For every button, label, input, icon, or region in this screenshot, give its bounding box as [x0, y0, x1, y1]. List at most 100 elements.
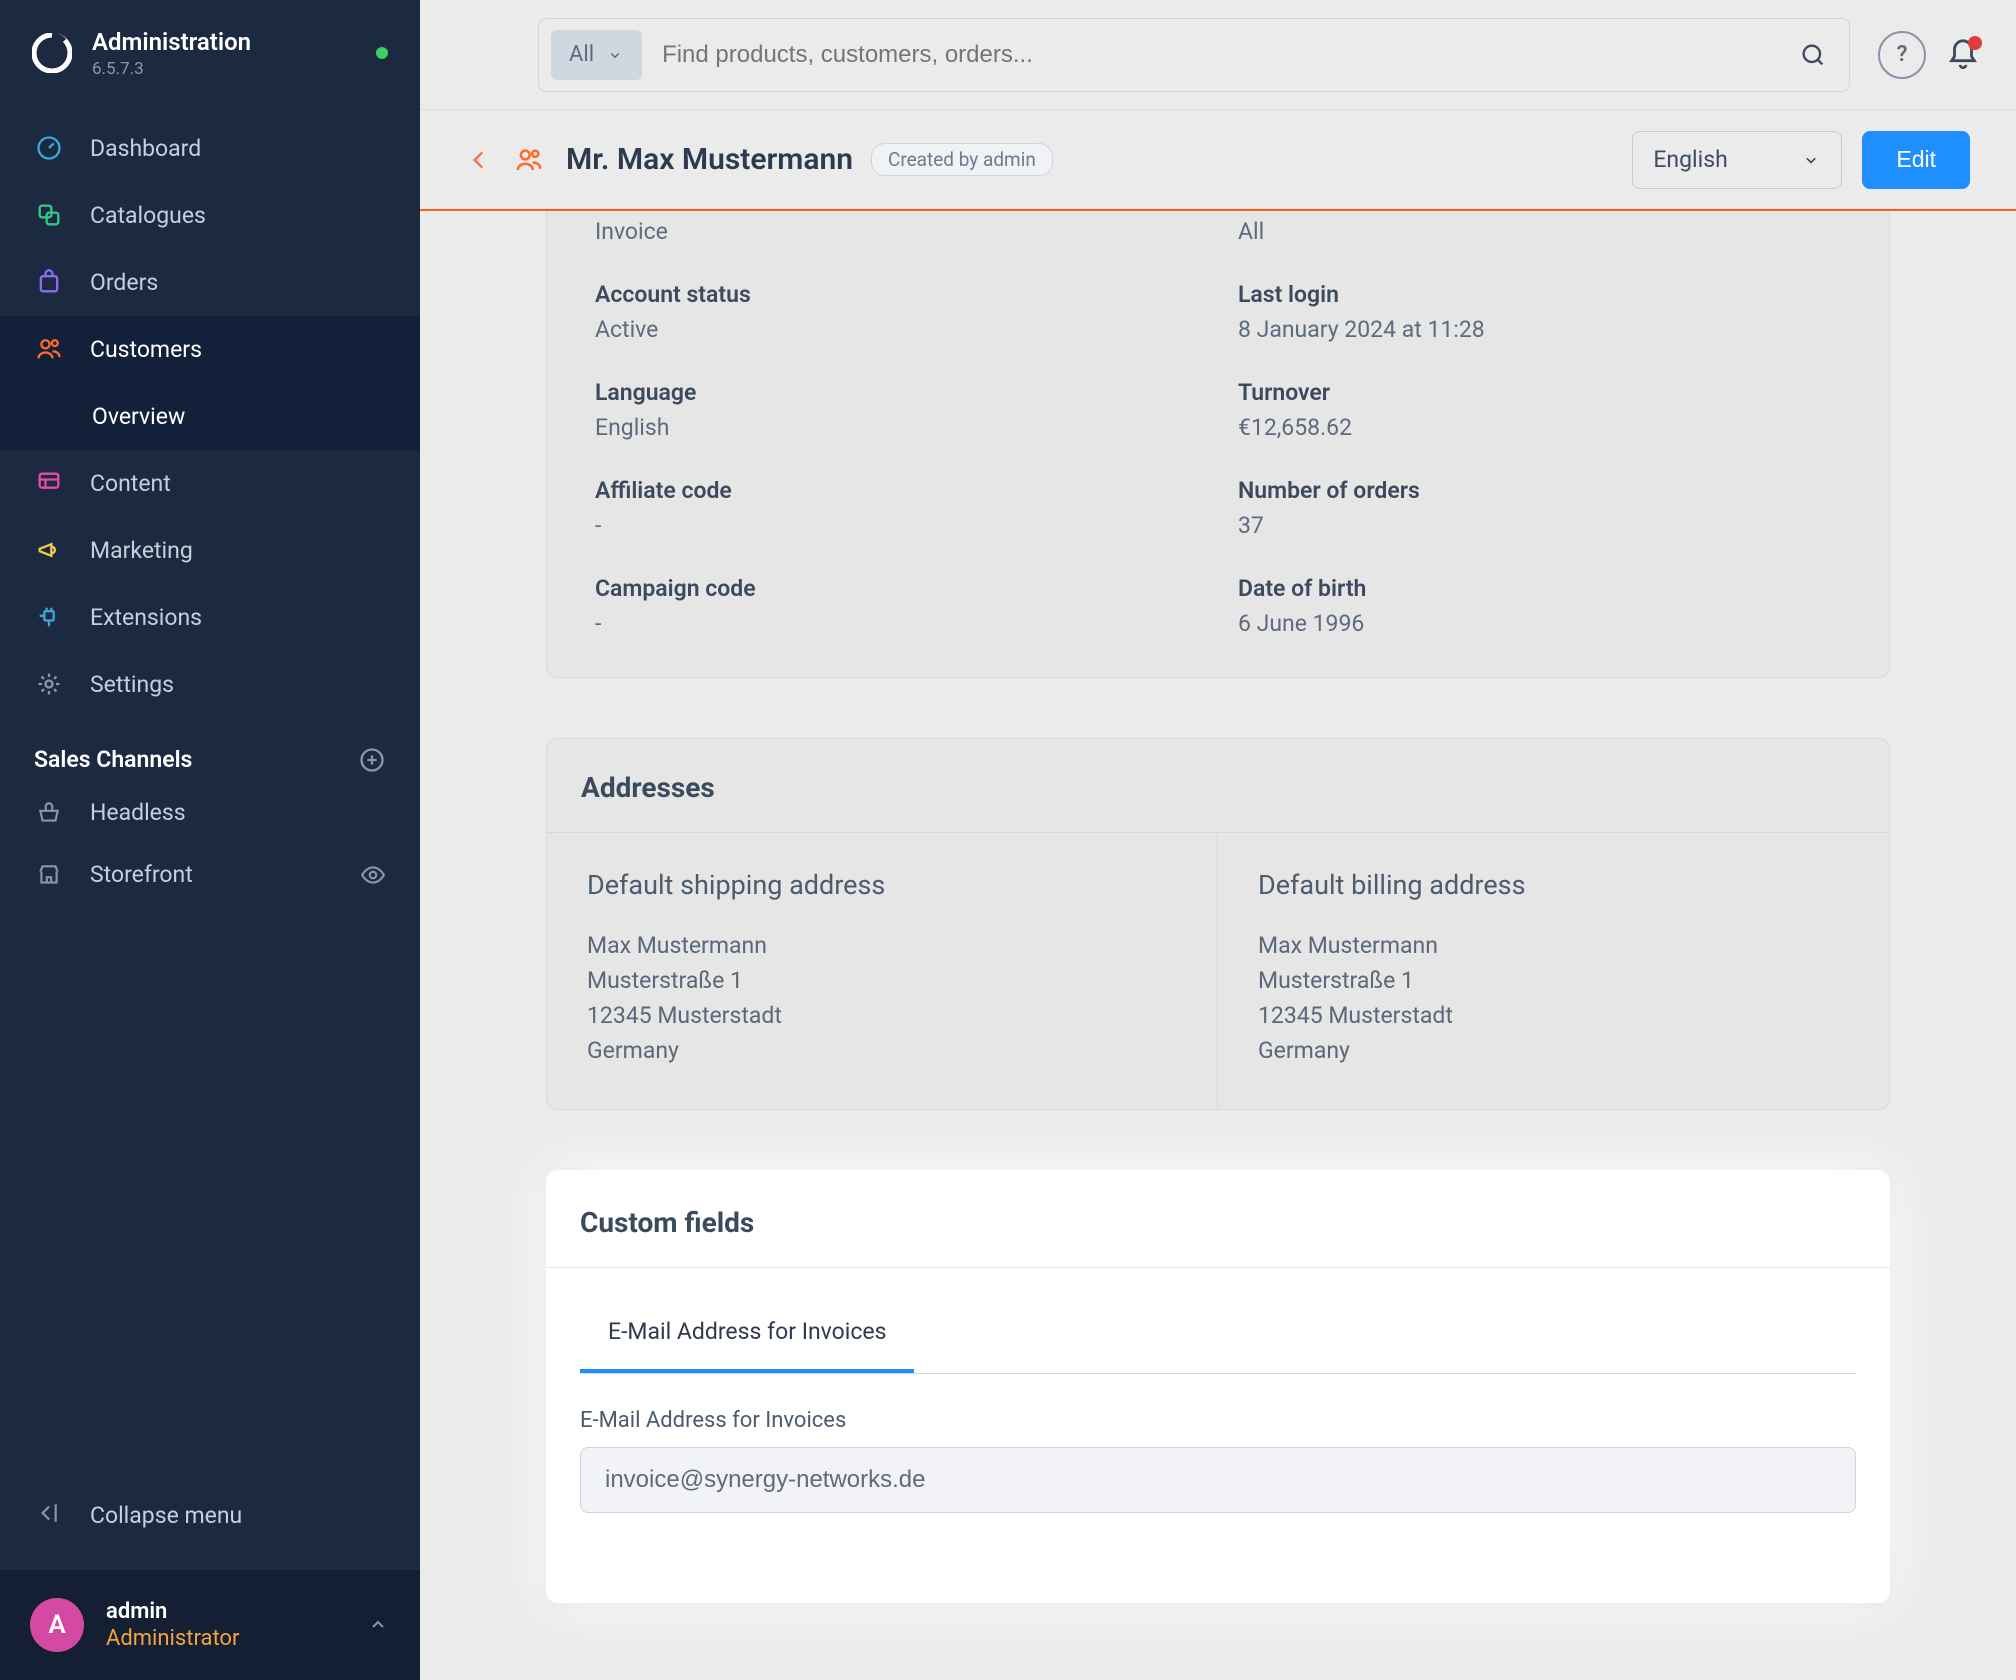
addr-line: Musterstraße 1: [587, 964, 1177, 999]
sidebar-subitem-overview[interactable]: Overview: [0, 383, 420, 450]
search-filter-chip[interactable]: All: [551, 30, 642, 80]
info-label: Campaign code: [595, 575, 1198, 602]
sidebar-item-catalogues[interactable]: Catalogues: [0, 182, 420, 249]
addresses-heading: Addresses: [547, 739, 1889, 832]
layout-icon: [34, 468, 64, 498]
info-card: Invoice All Account status Active Last l…: [546, 210, 1890, 678]
edit-button[interactable]: Edit: [1862, 131, 1970, 189]
channel-headless[interactable]: Headless: [0, 782, 420, 844]
info-value: 37: [1238, 512, 1841, 539]
sidebar-item-label: Content: [90, 470, 171, 497]
sidebar-item-label: Customers: [90, 336, 202, 363]
sidebar-item-label: Extensions: [90, 604, 202, 631]
sidebar-item-extensions[interactable]: Extensions: [0, 584, 420, 651]
add-channel-icon[interactable]: [358, 746, 386, 774]
sidebar-item-marketing[interactable]: Marketing: [0, 517, 420, 584]
info-value: €12,658.62: [1238, 414, 1841, 441]
info-label: Turnover: [1238, 379, 1841, 406]
info-value: -: [595, 512, 1198, 539]
collapse-icon: [34, 1500, 64, 1530]
sales-channels-section: Sales Channels: [0, 718, 420, 782]
addr-line: Germany: [1258, 1034, 1849, 1069]
megaphone-icon: [34, 535, 64, 565]
sidebar-item-customers[interactable]: Customers: [0, 316, 420, 383]
custom-fields-heading: Custom fields: [546, 1170, 1890, 1268]
notifications-button[interactable]: [1946, 38, 1980, 72]
sidebar-subitem-label: Overview: [92, 403, 185, 430]
billing-address: Default billing address Max Mustermann M…: [1218, 833, 1889, 1109]
info-value: -: [595, 610, 1198, 637]
custom-fields-tabs: E-Mail Address for Invoices: [580, 1286, 1856, 1374]
addr-line: Germany: [587, 1034, 1177, 1069]
app-title: Administration: [92, 28, 251, 57]
info-label: Affiliate code: [595, 477, 1198, 504]
main: All ? Mr. Max Mustermann Created by admi…: [420, 0, 2016, 1680]
notification-dot-icon: [1968, 36, 1982, 50]
sidebar-item-orders[interactable]: Orders: [0, 249, 420, 316]
layers-icon: [34, 200, 64, 230]
language-value: English: [1653, 146, 1727, 173]
channel-label: Storefront: [90, 861, 193, 888]
page-title: Mr. Max Mustermann: [566, 142, 853, 177]
billing-title: Default billing address: [1258, 869, 1849, 901]
channel-storefront[interactable]: Storefront: [0, 844, 420, 906]
created-by-badge: Created by admin: [871, 143, 1053, 176]
bag-icon: [34, 267, 64, 297]
info-value: English: [595, 414, 1198, 441]
global-search: All: [538, 18, 1850, 92]
user-name: admin: [106, 1599, 239, 1624]
eye-icon[interactable]: [360, 862, 386, 888]
page-header: Mr. Max Mustermann Created by admin Engl…: [420, 110, 2016, 210]
app-logo-icon: [32, 33, 72, 73]
customers-icon: [514, 145, 544, 175]
addr-line: 12345 Musterstadt: [1258, 999, 1849, 1034]
addr-line: 12345 Musterstadt: [587, 999, 1177, 1034]
invoice-email-input[interactable]: [580, 1447, 1856, 1513]
collapse-label: Collapse menu: [90, 1502, 242, 1529]
users-icon: [34, 334, 64, 364]
sidebar-item-label: Marketing: [90, 537, 193, 564]
app-version: 6.5.7.3: [92, 59, 251, 79]
sidebar-item-settings[interactable]: Settings: [0, 651, 420, 718]
addresses-card: Addresses Default shipping address Max M…: [546, 738, 1890, 1110]
shipping-address: Default shipping address Max Mustermann …: [547, 833, 1218, 1109]
sidebar-item-dashboard[interactable]: Dashboard: [0, 115, 420, 182]
search-icon[interactable]: [1799, 41, 1827, 69]
info-label: Number of orders: [1238, 477, 1841, 504]
basket-icon: [34, 798, 64, 828]
sidebar-item-label: Catalogues: [90, 202, 206, 229]
info-value: All: [1238, 218, 1841, 245]
help-button[interactable]: ?: [1878, 31, 1926, 79]
info-value: 6 June 1996: [1238, 610, 1841, 637]
info-value: Active: [595, 316, 1198, 343]
custom-fields-card: Custom fields E-Mail Address for Invoice…: [546, 1170, 1890, 1603]
addr-line: Max Mustermann: [1258, 929, 1849, 964]
gear-icon: [34, 669, 64, 699]
sidebar-header: Administration 6.5.7.3: [0, 0, 420, 109]
sidebar-nav: Dashboard Catalogues Orders Customers Ov…: [0, 109, 420, 718]
shipping-title: Default shipping address: [587, 869, 1177, 901]
sidebar-item-label: Settings: [90, 671, 174, 698]
info-label: Account status: [595, 281, 1198, 308]
user-role: Administrator: [106, 1626, 239, 1651]
sales-channels-title: Sales Channels: [34, 746, 192, 773]
addr-line: Musterstraße 1: [1258, 964, 1849, 999]
gauge-icon: [34, 133, 64, 163]
avatar: A: [30, 1598, 84, 1652]
info-label: Last login: [1238, 281, 1841, 308]
info-value: 8 January 2024 at 11:28: [1238, 316, 1841, 343]
info-value: Invoice: [595, 218, 1198, 245]
language-select[interactable]: English: [1632, 131, 1842, 189]
tab-invoice-email[interactable]: E-Mail Address for Invoices: [580, 1286, 914, 1373]
back-button[interactable]: [466, 147, 492, 173]
topbar: All ?: [420, 0, 2016, 110]
info-label: Date of birth: [1238, 575, 1841, 602]
addr-line: Max Mustermann: [587, 929, 1177, 964]
user-menu[interactable]: A admin Administrator: [0, 1570, 420, 1680]
sidebar-item-content[interactable]: Content: [0, 450, 420, 517]
chevron-down-icon: [1801, 150, 1821, 170]
channel-label: Headless: [90, 799, 186, 826]
collapse-menu[interactable]: Collapse menu: [0, 1484, 420, 1546]
chevron-up-icon: [366, 1613, 390, 1637]
search-input[interactable]: [662, 41, 1789, 69]
